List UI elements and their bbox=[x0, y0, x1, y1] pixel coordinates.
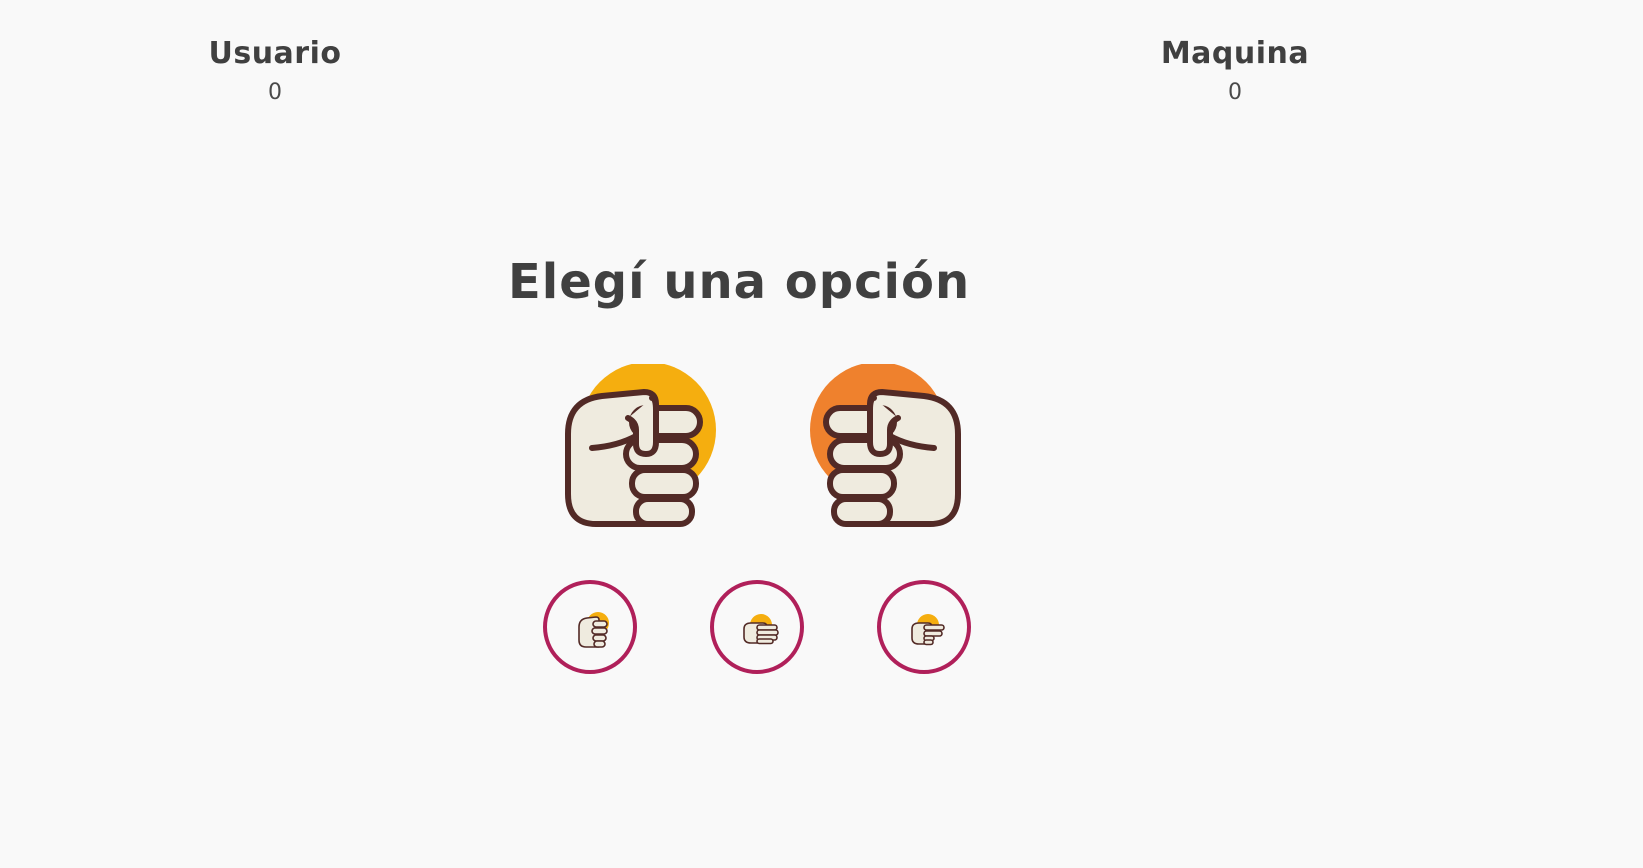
rock-icon bbox=[578, 612, 609, 648]
machine-score-panel: Maquina 0 bbox=[1115, 36, 1355, 106]
user-score-label: Usuario bbox=[208, 36, 342, 71]
rock-fist-icon bbox=[565, 362, 716, 527]
machine-pick-display bbox=[798, 362, 978, 544]
rock-button[interactable] bbox=[543, 580, 637, 674]
game-screen: Usuario 0 Maquina 0 Elegí una opción bbox=[0, 0, 1643, 868]
user-score-panel: Usuario 0 bbox=[155, 36, 395, 106]
user-pick-display bbox=[548, 362, 728, 544]
rock-fist-icon bbox=[810, 362, 961, 527]
scissors-icon bbox=[911, 614, 945, 646]
user-score-value: 0 bbox=[268, 80, 282, 105]
page-title: Elegí una opción bbox=[508, 254, 971, 310]
paper-icon bbox=[743, 614, 779, 645]
machine-score-value: 0 bbox=[1228, 80, 1242, 105]
paper-button[interactable] bbox=[710, 580, 804, 674]
scissors-button[interactable] bbox=[877, 580, 971, 674]
machine-score-label: Maquina bbox=[1160, 36, 1310, 71]
